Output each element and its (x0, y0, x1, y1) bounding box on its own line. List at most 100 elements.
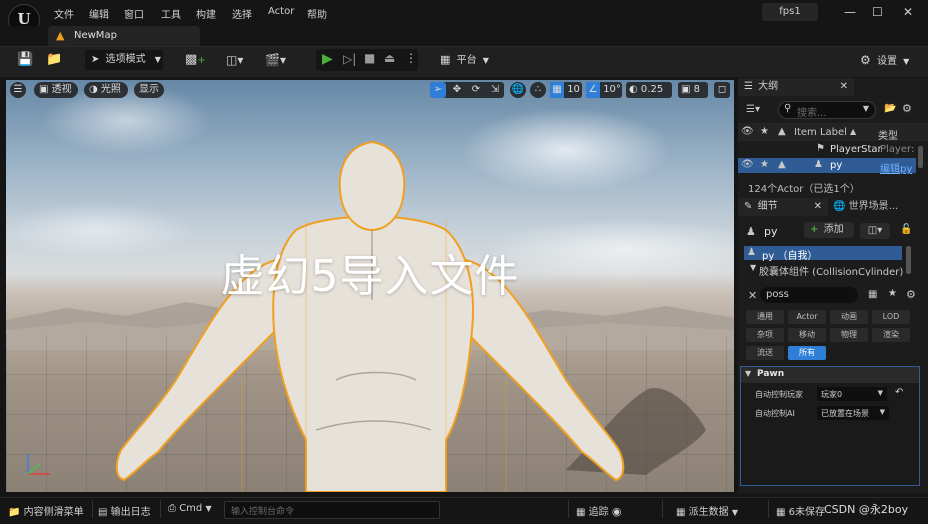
move-icon[interactable]: ✥ (449, 82, 465, 98)
angle-snap-button[interactable]: ∠ 10° (586, 82, 622, 98)
scale-snap-button[interactable]: ◐ 0.25 (626, 82, 672, 98)
outliner-status: 124个Actor（已选1个） (748, 184, 860, 195)
col-type[interactable]: 类型 (878, 127, 898, 142)
output-log-button[interactable]: ▤ 输出日志 (98, 503, 151, 518)
world-local-icon[interactable]: 🌐 (510, 82, 526, 98)
trace-label: 追踪 (588, 507, 609, 518)
category-misc[interactable]: 杂项 (746, 328, 784, 342)
details-search-input[interactable]: poss (760, 287, 858, 303)
menu-help[interactable]: 帮助 (307, 6, 327, 21)
chevron-down-icon: ▼ (877, 389, 883, 397)
platform-label: 平台 (456, 55, 477, 66)
category-movement[interactable]: 移动 (788, 328, 826, 342)
outliner-row[interactable]: ⚑ PlayerStar Player: (738, 142, 916, 157)
grid-snap-button[interactable]: ▦ 10 (550, 82, 582, 98)
surface-snap-icon[interactable]: ∴ (530, 82, 546, 98)
outliner-row-selected[interactable]: 👁 ★ ▲ ♟ py 编辑py (738, 158, 916, 175)
level-viewport[interactable]: 虚幻5导入文件 ☰ ▣ 透视 ◑ 光照 显示 ➢ ✥ ⟳ ⇲ 🌐 ∴ ▦ 10 … (6, 80, 734, 492)
platform-dropdown[interactable]: ▦ 平台 ▼ (440, 50, 502, 70)
close-icon[interactable]: ✕ (903, 5, 913, 19)
unsaved-button[interactable]: ▦ 6未保存 (776, 503, 825, 518)
row-type-link[interactable]: 编辑py (880, 160, 916, 175)
rotate-icon[interactable]: ⟳ (468, 82, 484, 98)
category-animation[interactable]: 动画 (830, 310, 868, 324)
outliner-scrollbar[interactable] (918, 146, 923, 168)
save-icon[interactable]: 💾 (17, 52, 33, 67)
prop-row-auto-possess-ai: 自动控制AI 已放置在场景 ▼ (741, 405, 919, 423)
add-component-button[interactable]: + 添加 (804, 222, 854, 238)
maximize-icon[interactable]: ☐ (872, 5, 883, 19)
content-drawer-button[interactable]: 📁 内容侧滑菜单 (8, 503, 84, 518)
tab-world-settings[interactable]: 🌐 世界场景... (830, 198, 928, 216)
prop-label: 自动控制AI (755, 409, 795, 418)
cmd-dropdown[interactable]: ⎙ Cmd ▼ (168, 503, 212, 514)
components-scrollbar[interactable] (906, 246, 911, 274)
scale-icon[interactable]: ⇲ (487, 82, 503, 98)
camera-speed-button[interactable]: ▣ 8 (678, 82, 708, 98)
outliner-search-input[interactable]: ⚲ 搜索... ▼ (778, 101, 876, 119)
close-tab-icon[interactable]: ✕ (840, 78, 848, 96)
derived-data-dropdown[interactable]: ▦ 派生数据 ▼ (676, 503, 738, 518)
settings-dropdown[interactable]: ⚙ 设置 ▼ (860, 50, 922, 70)
lock-icon[interactable]: 🔓 (900, 224, 912, 235)
gear-icon[interactable]: ⚙ (902, 102, 912, 115)
favorite-icon[interactable]: ★ (888, 288, 897, 299)
browse-icon[interactable]: 📁 (46, 52, 62, 67)
col-item-label[interactable]: Item Label (794, 127, 847, 138)
section-header[interactable]: ▼ Pawn (741, 367, 919, 383)
menu-tools[interactable]: 工具 (161, 6, 181, 21)
clear-search-icon[interactable]: ✕ (748, 289, 757, 302)
gear-icon[interactable]: ⚙ (906, 288, 916, 301)
select-cursor-icon[interactable]: ➢ (430, 82, 446, 98)
minimize-icon[interactable]: — (844, 5, 856, 19)
outliner-tab[interactable]: ☰ 大纲 ✕ (738, 78, 854, 96)
viewport-menu-icon[interactable]: ☰ (10, 82, 26, 98)
eject-icon[interactable]: ⏏ (384, 51, 395, 65)
menu-file[interactable]: 文件 (54, 6, 74, 21)
component-row[interactable]: ▼ 胶囊体组件 (CollisionCylinder) (744, 262, 906, 276)
lighting-button[interactable]: ◑ 光照 (84, 82, 128, 98)
step-icon[interactable]: ▷| (343, 52, 356, 66)
blueprint-icon[interactable]: ◫▾ (226, 53, 243, 67)
close-tab-icon[interactable]: ✕ (814, 198, 822, 216)
category-rendering[interactable]: 渲染 (872, 328, 910, 342)
maximize-viewport-icon[interactable]: ◻ (714, 82, 730, 98)
stop-icon[interactable]: ■ (364, 51, 375, 65)
category-general[interactable]: 通用 (746, 310, 784, 324)
add-folder-icon[interactable]: 📂 (884, 103, 896, 114)
cube-icon: ▣ (39, 84, 49, 95)
component-row-selected[interactable]: ♟ py （自我） (744, 246, 902, 262)
menu-window[interactable]: 窗口 (124, 6, 144, 21)
grid-view-icon[interactable]: ▦ (868, 289, 877, 300)
tab-details[interactable]: ✎ 细节 ✕ (738, 198, 828, 216)
blueprint-options-icon[interactable]: ◫▾ (860, 223, 890, 239)
select-mode-dropdown[interactable]: ➤ 选项模式 ▼ (85, 50, 163, 70)
overlay-title: 虚幻5导入文件 (220, 251, 520, 302)
category-all[interactable]: 所有 (788, 346, 826, 360)
category-streaming[interactable]: 流送 (746, 346, 784, 360)
add-content-icon[interactable]: ▩+ (185, 52, 206, 67)
more-options-icon[interactable]: ⋮ (405, 51, 417, 65)
add-label: 添加 (823, 224, 844, 235)
show-button[interactable]: 显示 (134, 82, 164, 98)
category-actor[interactable]: Actor (788, 310, 826, 324)
filter-icon[interactable]: ☰▾ (746, 104, 760, 115)
trace-dropdown[interactable]: ▦ 追踪 ◉ (576, 503, 621, 518)
visibility-icon: 👁 (741, 126, 754, 137)
menu-select[interactable]: 选择 (232, 6, 252, 21)
menu-build[interactable]: 构建 (196, 6, 216, 21)
details-panel: ✎ 细节 ✕ 🌐 世界场景... ♟ py + 添加 ◫▾ 🔓 ♟ py （自我… (738, 198, 928, 494)
auto-possess-ai-dropdown[interactable]: 已放置在场景 ▼ (817, 406, 889, 420)
reset-icon[interactable]: ↶ (895, 387, 903, 398)
menu-edit[interactable]: 编辑 (89, 6, 109, 21)
perspective-button[interactable]: ▣ 透视 (34, 82, 78, 98)
auto-possess-player-dropdown[interactable]: 玩家0 ▼ (817, 387, 887, 401)
category-lod[interactable]: LOD (872, 310, 910, 324)
tab-newmap[interactable]: ▲ NewMap (48, 26, 200, 46)
menu-actor[interactable]: Actor (268, 6, 294, 17)
play-icon[interactable]: ▶ (322, 51, 333, 67)
category-physics[interactable]: 物理 (830, 328, 868, 342)
cinematics-icon[interactable]: 🎬▾ (265, 53, 286, 67)
dropdown-value: 已放置在场景 (821, 409, 869, 418)
console-input[interactable]: 输入控制台命令 (224, 501, 440, 519)
